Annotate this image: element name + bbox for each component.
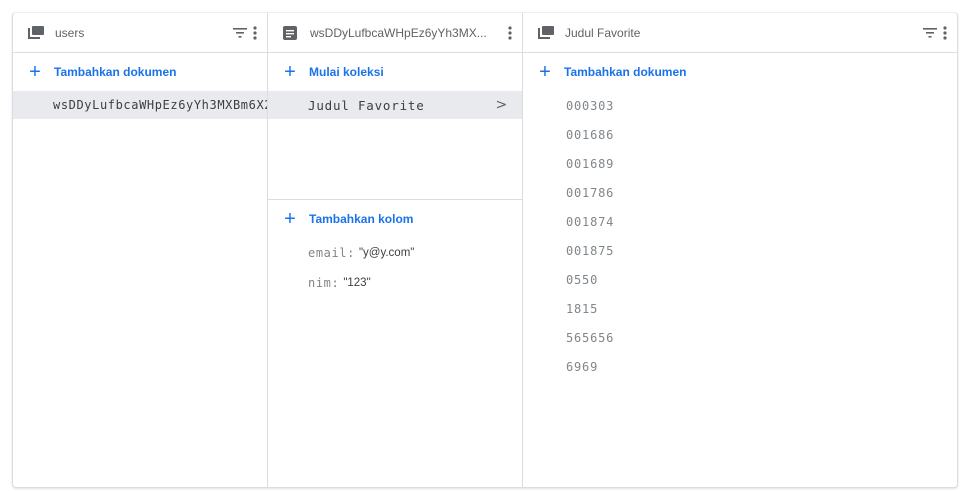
filter-icon[interactable] bbox=[233, 23, 247, 43]
more-vert-icon[interactable] bbox=[943, 23, 947, 43]
list-item[interactable]: 000303 bbox=[523, 91, 957, 120]
firestore-data-panel: users + Tambahkan dokumen wsDDyLufbcaWHp… bbox=[12, 12, 958, 488]
document-id: wsDDyLufbcaWHpEz6yYh3MXBm6X2 bbox=[53, 98, 267, 112]
add-document-button[interactable]: + Tambahkan dokumen bbox=[13, 53, 267, 91]
field-row[interactable]: email: "y@y.com" bbox=[268, 238, 522, 268]
add-field-label: Tambahkan kolom bbox=[309, 212, 414, 226]
list-item[interactable]: wsDDyLufbcaWHpEz6yYh3MXBm6X2 bbox=[13, 91, 267, 119]
document-icon bbox=[283, 25, 299, 41]
chevron-right-icon: > bbox=[495, 97, 508, 113]
list-item[interactable]: 001686 bbox=[523, 120, 957, 149]
column-header: wsDDyLufbcaWHpEz6yYh3MX... bbox=[268, 13, 522, 53]
collection-icon bbox=[538, 25, 554, 41]
add-document-label: Tambahkan dokumen bbox=[54, 65, 177, 79]
column-header: users bbox=[13, 13, 267, 53]
more-vert-icon[interactable] bbox=[508, 23, 512, 43]
add-field-button[interactable]: + Tambahkan kolom bbox=[268, 200, 522, 238]
add-icon: + bbox=[284, 61, 296, 83]
subcollection-label: Judul Favorite bbox=[308, 97, 425, 113]
list-item[interactable]: 001875 bbox=[523, 236, 957, 265]
field-value: "123" bbox=[343, 277, 371, 289]
field-key: nim: bbox=[308, 276, 340, 290]
collection-column-judul-favorite: Judul Favorite + Tambahkan dokumen 00030… bbox=[523, 13, 957, 487]
column-title: wsDDyLufbcaWHpEz6yYh3MX... bbox=[310, 25, 487, 40]
more-vert-icon[interactable] bbox=[253, 23, 257, 43]
column-header: Judul Favorite bbox=[523, 13, 957, 53]
collection-icon bbox=[28, 25, 44, 41]
column-title: users bbox=[55, 25, 85, 40]
column-title: Judul Favorite bbox=[565, 25, 641, 40]
list-item[interactable]: 001874 bbox=[523, 207, 957, 236]
document-list: 000303 001686 001689 001786 001874 00187… bbox=[523, 91, 957, 381]
add-document-label: Tambahkan dokumen bbox=[564, 65, 687, 79]
field-row[interactable]: nim: "123" bbox=[268, 268, 522, 298]
field-key: email: bbox=[308, 246, 355, 260]
list-item[interactable]: 001689 bbox=[523, 149, 957, 178]
list-item[interactable]: 001786 bbox=[523, 178, 957, 207]
add-icon: + bbox=[29, 61, 41, 83]
list-item[interactable]: 565656 bbox=[523, 323, 957, 352]
collection-column-users: users + Tambahkan dokumen wsDDyLufbcaWHp… bbox=[13, 13, 268, 487]
start-collection-label: Mulai koleksi bbox=[309, 65, 384, 79]
list-item[interactable]: 6969 bbox=[523, 352, 957, 381]
subcollection-item[interactable]: Judul Favorite > bbox=[268, 91, 522, 119]
list-item[interactable]: 0550 bbox=[523, 265, 957, 294]
add-icon: + bbox=[284, 208, 296, 230]
add-icon: + bbox=[539, 61, 551, 83]
field-value: "y@y.com" bbox=[358, 247, 415, 259]
filter-icon[interactable] bbox=[923, 23, 937, 43]
add-document-button[interactable]: + Tambahkan dokumen bbox=[523, 53, 957, 91]
fields-section: + Tambahkan kolom email: "y@y.com" nim: … bbox=[268, 200, 522, 298]
list-item[interactable]: 1815 bbox=[523, 294, 957, 323]
document-column: wsDDyLufbcaWHpEz6yYh3MX... + Mulai kolek… bbox=[268, 13, 523, 487]
start-collection-button[interactable]: + Mulai koleksi bbox=[268, 53, 522, 91]
